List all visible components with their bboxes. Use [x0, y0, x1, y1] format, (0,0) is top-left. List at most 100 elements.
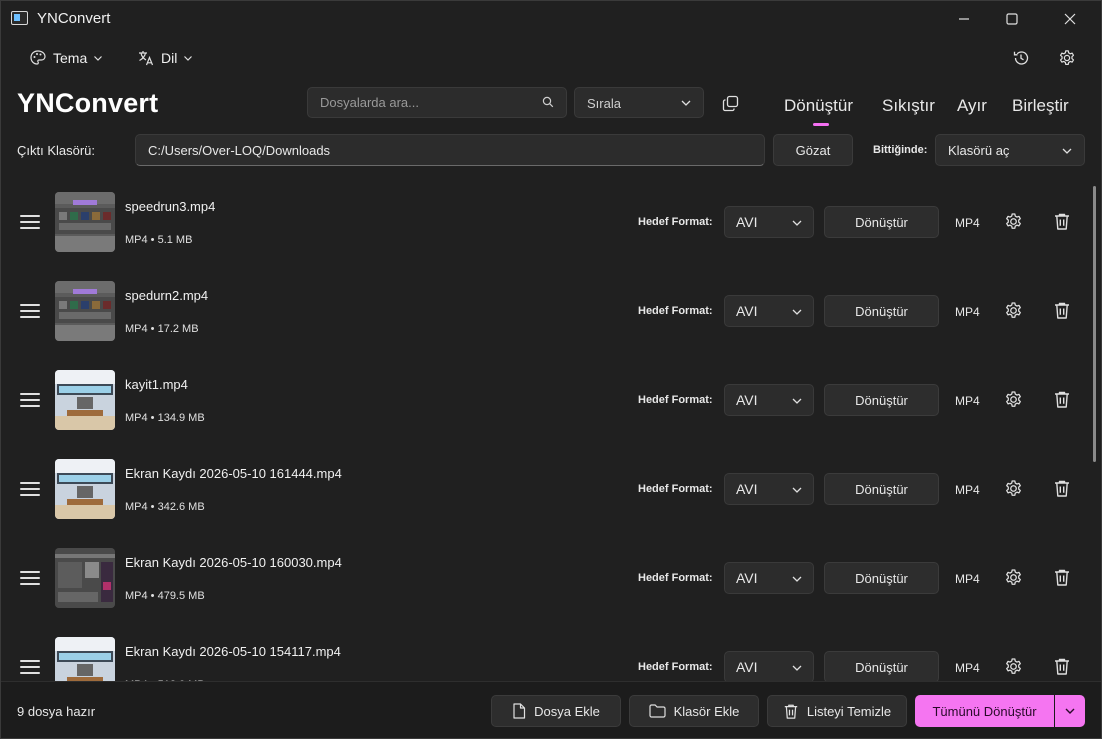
gear-icon[interactable]: [1004, 657, 1023, 676]
drag-handle-icon[interactable]: [20, 482, 40, 498]
gear-icon[interactable]: [1004, 301, 1023, 320]
target-format-select[interactable]: AVI: [724, 562, 814, 594]
target-format-select[interactable]: AVI: [724, 295, 814, 327]
convert-button[interactable]: Dönüştür: [824, 651, 939, 681]
file-name: kayit1.mp4: [125, 377, 188, 392]
file-list: speedrun3.mp4 MP4 • 5.1 MB Hedef Format:…: [0, 178, 1102, 681]
drag-handle-icon[interactable]: [20, 660, 40, 676]
trash-icon[interactable]: [1053, 479, 1071, 498]
maximize-button[interactable]: [988, 0, 1036, 38]
history-icon: [1013, 51, 1029, 65]
target-format-select[interactable]: AVI: [724, 651, 814, 681]
add-folder-button[interactable]: Klasör Ekle: [629, 695, 759, 727]
file-meta: MP4 • 5.1 MB: [125, 234, 193, 246]
chevron-down-icon: [1065, 708, 1075, 714]
sort-label: Sırala: [587, 96, 621, 111]
maximize-icon: [1006, 13, 1018, 25]
browse-button[interactable]: Gözat: [773, 134, 853, 166]
clear-list-label: Listeyi Temizle: [806, 703, 892, 719]
settings-button[interactable]: [1056, 47, 1078, 69]
target-format-value: AVI: [736, 659, 758, 675]
tab-split[interactable]: Ayır: [957, 96, 987, 116]
target-format-label: Hedef Format:: [638, 483, 713, 495]
language-menu[interactable]: Dil: [137, 47, 193, 69]
active-tab-indicator: [813, 123, 829, 126]
drag-handle-icon[interactable]: [20, 215, 40, 231]
file-row: spedurn2.mp4 MP4 • 17.2 MB Hedef Format:…: [0, 267, 1090, 356]
target-format-label: Hedef Format:: [638, 305, 713, 317]
drag-handle-icon[interactable]: [20, 393, 40, 409]
convert-button[interactable]: Dönüştür: [824, 295, 939, 327]
drag-handle-icon[interactable]: [20, 304, 40, 320]
chevron-down-icon: [791, 396, 803, 406]
status-text: 9 dosya hazır: [17, 704, 96, 719]
target-format-label: Hedef Format:: [638, 572, 713, 584]
convert-all-button[interactable]: Tümünü Dönüştür: [915, 695, 1054, 727]
file-name: Ekran Kaydı 2026-05-10 154117.mp4: [125, 644, 341, 659]
source-format: MP4: [955, 216, 980, 230]
file-row: Ekran Kaydı 2026-05-10 161444.mp4 MP4 • …: [0, 445, 1090, 534]
drag-handle-icon[interactable]: [20, 571, 40, 587]
convert-all-dropdown[interactable]: [1055, 695, 1085, 727]
convert-button[interactable]: Dönüştür: [824, 384, 939, 416]
add-file-label: Dosya Ekle: [534, 703, 600, 719]
copy-button[interactable]: [719, 92, 741, 114]
tab-compress[interactable]: Sıkıştır: [882, 96, 935, 116]
sort-select[interactable]: Sırala: [574, 87, 704, 118]
gear-icon[interactable]: [1004, 390, 1023, 409]
file-meta: MP4 • 134.9 MB: [125, 412, 205, 424]
target-format-select[interactable]: AVI: [724, 473, 814, 505]
file-meta: MP4 • 479.5 MB: [125, 590, 205, 602]
window-title: YNConvert: [37, 10, 111, 27]
trash-icon[interactable]: [1053, 568, 1071, 587]
search-input[interactable]: [308, 88, 538, 117]
clear-list-button[interactable]: Listeyi Temizle: [767, 695, 907, 727]
output-folder-label: Çıktı Klasörü:: [17, 143, 96, 158]
history-button[interactable]: [1010, 47, 1032, 69]
trash-icon[interactable]: [1053, 657, 1071, 676]
minimize-button[interactable]: [940, 0, 988, 38]
trash-icon[interactable]: [1053, 212, 1071, 231]
source-format: MP4: [955, 661, 980, 675]
target-format-select[interactable]: AVI: [724, 206, 814, 238]
on-finish-value: Klasörü aç: [948, 143, 1010, 158]
palette-icon: [30, 50, 46, 65]
target-format-label: Hedef Format:: [638, 394, 713, 406]
add-folder-label: Klasör Ekle: [673, 703, 740, 719]
copy-icon: [722, 95, 738, 111]
tab-merge[interactable]: Birleştir: [1012, 96, 1069, 116]
file-icon: [513, 703, 526, 719]
gear-icon[interactable]: [1004, 568, 1023, 587]
trash-icon[interactable]: [1053, 390, 1071, 409]
tab-convert[interactable]: Dönüştür: [784, 96, 853, 116]
search-box[interactable]: [307, 87, 567, 118]
chevron-down-icon: [791, 574, 803, 584]
theme-menu[interactable]: Tema: [29, 47, 103, 69]
convert-button[interactable]: Dönüştür: [824, 206, 939, 238]
target-format-value: AVI: [736, 481, 758, 497]
chevron-down-icon: [94, 56, 103, 61]
target-format-value: AVI: [736, 570, 758, 586]
target-format-select[interactable]: AVI: [724, 384, 814, 416]
on-finish-select[interactable]: Klasörü aç: [935, 134, 1085, 166]
theme-label: Tema: [53, 50, 88, 66]
video-thumbnail: [55, 459, 115, 519]
source-format: MP4: [955, 305, 980, 319]
add-file-button[interactable]: Dosya Ekle: [491, 695, 621, 727]
gear-icon[interactable]: [1004, 212, 1023, 231]
output-folder-field[interactable]: C:/Users/Over-LOQ/Downloads: [135, 134, 765, 166]
convert-button[interactable]: Dönüştür: [824, 562, 939, 594]
file-row: Ekran Kaydı 2026-05-10 160030.mp4 MP4 • …: [0, 534, 1090, 623]
chevron-down-icon: [791, 218, 803, 228]
on-finish-label: Bittiğinde:: [873, 144, 928, 156]
file-name: Ekran Kaydı 2026-05-10 160030.mp4: [125, 555, 342, 570]
source-format: MP4: [955, 572, 980, 586]
source-format: MP4: [955, 483, 980, 497]
convert-button[interactable]: Dönüştür: [824, 473, 939, 505]
file-meta: MP4 • 342.6 MB: [125, 501, 205, 513]
gear-icon[interactable]: [1004, 479, 1023, 498]
list-scrollbar[interactable]: [1093, 186, 1096, 462]
close-button[interactable]: [1046, 0, 1094, 38]
video-thumbnail: [55, 281, 115, 341]
trash-icon[interactable]: [1053, 301, 1071, 320]
